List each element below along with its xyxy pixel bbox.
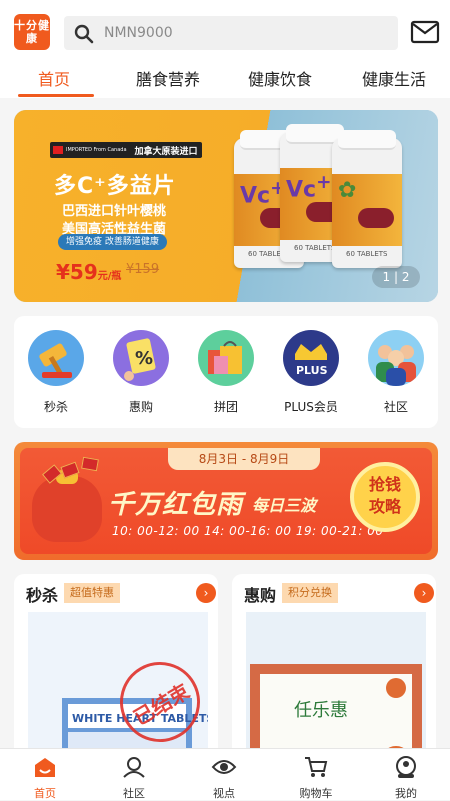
discount-buy-card[interactable]: 惠购 积分兑换 › 任乐惠 bbox=[232, 574, 436, 774]
card-title: 惠购 bbox=[244, 586, 277, 605]
import-badge-label: 加拿大原装进口 bbox=[130, 143, 202, 157]
search-input[interactable] bbox=[104, 22, 384, 44]
community-icon bbox=[123, 757, 145, 778]
banner-price-value: ¥59 bbox=[56, 260, 98, 284]
entry-discount-buy[interactable]: % 惠购 bbox=[106, 330, 176, 415]
promo-time-slots: 10: 00-12: 00 14: 00-16: 00 19: 00-21: 0… bbox=[112, 524, 384, 538]
entry-plus-member[interactable]: PLUS PLUS会员 bbox=[276, 330, 346, 415]
active-tab-indicator bbox=[18, 94, 94, 97]
import-badge-small-text: IMPORTED From Canada bbox=[66, 147, 127, 153]
tabbar-label: 视点 bbox=[213, 787, 235, 800]
entry-label: 拼团 bbox=[213, 400, 238, 414]
top-header: 十分健康 bbox=[0, 0, 450, 64]
plus-crown-icon: PLUS bbox=[283, 330, 339, 386]
berry-graphic bbox=[358, 208, 394, 228]
banner-title: 多C⁺多益片 bbox=[54, 174, 176, 199]
app-logo[interactable]: 十分健康 bbox=[14, 14, 50, 50]
tab-home[interactable]: 首页 bbox=[38, 66, 70, 90]
entry-group-buy[interactable]: 拼团 bbox=[191, 330, 261, 415]
shopping-bags-icon bbox=[198, 330, 254, 386]
chevron-right-icon[interactable]: › bbox=[414, 583, 434, 603]
tabbar-label: 社区 bbox=[123, 787, 145, 800]
promo-headline: 千万红包雨 bbox=[108, 490, 244, 520]
cart-icon bbox=[305, 757, 328, 777]
entry-label: 秒杀 bbox=[43, 400, 68, 414]
entry-flash-sale[interactable]: 秒杀 bbox=[21, 330, 91, 415]
card-tag: 超值特惠 bbox=[64, 583, 120, 603]
banner-old-price: ¥159 bbox=[126, 262, 160, 277]
bottom-tab-bar: 首页 社区 视点 购物车 我的 bbox=[0, 748, 450, 800]
red-packet-promo-banner[interactable]: 8月3日 - 8月9日 千万红包雨 每日三波 10: 00-12: 00 14:… bbox=[14, 442, 438, 560]
tabbar-label: 首页 bbox=[34, 787, 56, 800]
svg-text:%: % bbox=[135, 348, 153, 369]
canada-flag-icon bbox=[53, 146, 63, 154]
bottle-vc-logo: Vc+ bbox=[286, 172, 332, 203]
quick-entry-grid: 秒杀 % 惠购 拼团 PLUS PLUS会员 社区 bbox=[14, 316, 438, 428]
banner-page-indicator: 1 | 2 bbox=[372, 266, 420, 288]
banner-page-current: 1 bbox=[382, 270, 391, 284]
tabbar-label: 我的 bbox=[395, 787, 417, 800]
tabbar-viewpoint[interactable]: 视点 bbox=[194, 755, 254, 801]
envelope-icon bbox=[81, 456, 99, 472]
banner-price-unit: 元/瓶 bbox=[97, 271, 122, 282]
search-icon bbox=[74, 24, 94, 44]
category-tabs: 首页 膳食营养 健康饮食 健康生活 bbox=[0, 64, 450, 98]
banner-page-total: 2 bbox=[401, 270, 410, 284]
promo-headline-sub: 每日三波 bbox=[252, 496, 317, 515]
hammer-icon bbox=[28, 330, 84, 386]
bottle-count: 60 TABLETS bbox=[294, 244, 336, 252]
percent-coupon-icon: % bbox=[113, 330, 169, 386]
strategy-button-line1: 抢钱 bbox=[368, 475, 401, 494]
banner-subtitle-1: 巴西进口针叶樱桃 bbox=[62, 204, 167, 219]
bottle-count: 60 TABLETS bbox=[346, 250, 388, 258]
svg-text:PLUS: PLUS bbox=[296, 364, 328, 377]
entry-community[interactable]: 社区 bbox=[361, 330, 431, 415]
chevron-right-icon[interactable]: › bbox=[196, 583, 216, 603]
tabbar-label: 购物车 bbox=[299, 787, 333, 800]
product-brand-text: 任乐惠 bbox=[294, 700, 348, 721]
hero-banner[interactable]: IMPORTED From Canada 加拿大原装进口 多C⁺多益片 巴西进口… bbox=[14, 110, 438, 302]
promo-date-range: 8月3日 - 8月9日 bbox=[168, 448, 320, 470]
search-bar[interactable] bbox=[64, 16, 398, 50]
eye-icon bbox=[211, 760, 237, 774]
bottle-vc-logo: ✿ bbox=[338, 178, 357, 203]
profile-icon bbox=[396, 756, 416, 778]
tabbar-mine[interactable]: 我的 bbox=[376, 755, 436, 801]
strategy-button[interactable]: 抢钱 攻略 bbox=[350, 462, 420, 532]
tab-healthy-eating[interactable]: 健康饮食 bbox=[248, 66, 312, 90]
entry-label: 社区 bbox=[383, 400, 408, 414]
tab-healthy-living[interactable]: 健康生活 bbox=[362, 66, 426, 90]
message-icon[interactable] bbox=[410, 20, 440, 44]
bottle-vc-logo: Vc+ bbox=[240, 178, 286, 209]
red-packet-bag-icon bbox=[32, 470, 102, 542]
entry-label: PLUS会员 bbox=[284, 400, 338, 414]
bottle-cap bbox=[338, 130, 396, 150]
home-icon bbox=[35, 758, 55, 777]
people-community-icon bbox=[368, 330, 424, 386]
tab-diet-nutrition[interactable]: 膳食营养 bbox=[136, 66, 200, 90]
tabbar-cart[interactable]: 购物车 bbox=[286, 755, 346, 801]
entry-label: 惠购 bbox=[128, 400, 153, 414]
promo-inner: 8月3日 - 8月9日 千万红包雨 每日三波 10: 00-12: 00 14:… bbox=[20, 448, 432, 554]
tabbar-home[interactable]: 首页 bbox=[15, 755, 75, 801]
banner-price: ¥59元/瓶 bbox=[56, 260, 121, 284]
product-bottle-image: ✿ 60 TABLETS bbox=[332, 130, 402, 268]
tabbar-community[interactable]: 社区 bbox=[104, 755, 164, 801]
import-badge: IMPORTED From Canada 加拿大原装进口 bbox=[50, 142, 202, 158]
card-title: 秒杀 bbox=[26, 586, 59, 605]
strategy-button-line2: 攻略 bbox=[368, 497, 401, 516]
card-tag: 积分兑换 bbox=[282, 583, 338, 603]
banner-benefit-pill: 增强免疫 改善肠道健康 bbox=[58, 234, 167, 250]
flash-sale-card[interactable]: 秒杀 超值特惠 › WHITE HEART TABLETS 已结束 bbox=[14, 574, 218, 774]
